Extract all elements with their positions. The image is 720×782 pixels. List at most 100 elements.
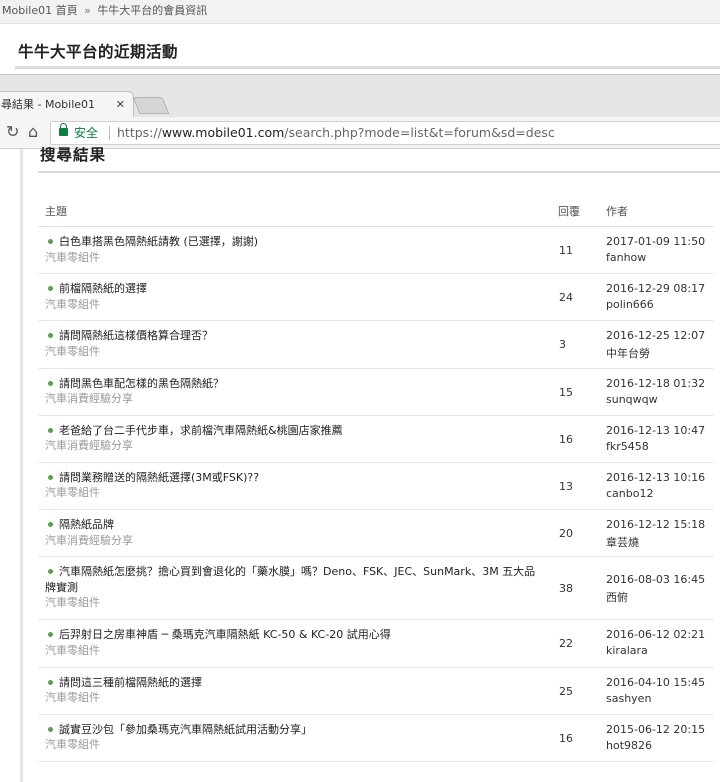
breadcrumb-home-link[interactable]: Mobile01 首頁 bbox=[2, 4, 78, 17]
results-title: 搜尋結果 bbox=[40, 147, 107, 163]
topic-link[interactable]: 隔熱紙品牌 bbox=[59, 518, 114, 531]
forum-link[interactable]: 汽車零組件 bbox=[45, 344, 540, 359]
post-date: 2016-04-10 15:45 bbox=[606, 675, 706, 689]
browser-tab[interactable]: 尋結果 - Mobile01 ✕ bbox=[0, 91, 134, 117]
url-text[interactable]: https://www.mobile01.com/search.php?mode… bbox=[117, 122, 555, 144]
address-divider bbox=[109, 126, 110, 140]
breadcrumb: Mobile01 首頁 » 牛牛大平台的會員資訊 bbox=[0, 0, 720, 24]
breadcrumb-separator: » bbox=[84, 4, 91, 17]
header-topic: 主題 bbox=[45, 205, 67, 218]
table-row: 請問黑色車配怎樣的黑色隔熱紙？ 汽車消費經驗分享 15 2016-12-18 01… bbox=[38, 369, 714, 416]
author-link[interactable]: canbo12 bbox=[606, 487, 653, 500]
bullet-icon bbox=[48, 632, 53, 638]
bullet-icon bbox=[48, 569, 53, 575]
reply-count: 25 bbox=[559, 684, 573, 698]
forum-link[interactable]: 汽車零組件 bbox=[45, 250, 540, 265]
bullet-icon bbox=[48, 286, 53, 292]
topic-link[interactable]: 前檔隔熱紙的選擇 bbox=[59, 282, 147, 295]
post-date: 2016-12-29 08:17 bbox=[606, 282, 706, 296]
reply-count: 24 bbox=[559, 291, 573, 305]
embedded-browser-screenshot: 尋結果 - Mobile01 ✕ ↻ ⌂ 安全 https://www.mobi… bbox=[0, 74, 720, 782]
browser-toolbar: ↻ ⌂ 安全 https://www.mobile01.com/search.p… bbox=[0, 117, 720, 149]
reply-count: 16 bbox=[559, 731, 573, 745]
topic-link[interactable]: 誠實豆沙包「參加桑瑪克汽車隔熱紙試用活動分享」 bbox=[59, 723, 312, 736]
forum-link[interactable]: 汽車零組件 bbox=[45, 595, 540, 610]
page-title: 牛牛大平台的近期活動 bbox=[18, 43, 179, 61]
header-author: 作者 bbox=[606, 205, 628, 218]
forum-link[interactable]: 汽車消費經驗分享 bbox=[45, 438, 540, 453]
topic-link[interactable]: 后羿射日之房車神盾 ─ 桑瑪克汽車隔熱紙 KC-50 & KC-20 試用心得 bbox=[59, 628, 391, 641]
topic-link[interactable]: 白色車搭黑色隔熱紙請教 (已選擇，謝謝) bbox=[59, 235, 258, 248]
post-date: 2015-06-12 20:15 bbox=[606, 722, 706, 736]
bullet-icon bbox=[48, 726, 53, 732]
forum-link[interactable]: 汽車零組件 bbox=[45, 690, 540, 705]
tab-close-icon[interactable]: ✕ bbox=[116, 92, 125, 117]
forum-link[interactable]: 汽車零組件 bbox=[45, 737, 540, 752]
url-path: /search.php?mode=list&t=forum&sd=desc bbox=[284, 125, 555, 140]
bullet-icon bbox=[48, 333, 53, 339]
reply-count: 13 bbox=[559, 479, 573, 493]
reply-count: 38 bbox=[559, 582, 573, 596]
author-link[interactable]: fkr5458 bbox=[606, 440, 649, 453]
post-date: 2016-12-25 12:07 bbox=[606, 329, 706, 343]
bullet-icon bbox=[48, 239, 53, 244]
author-link[interactable]: kiralara bbox=[606, 644, 648, 657]
author-link[interactable]: sashyen bbox=[606, 692, 651, 705]
topic-link[interactable]: 汽車隔熱紙怎麼挑？擔心買到會退化的「藥水膜」嗎？Deno、FSK、JEC、Sun… bbox=[45, 565, 535, 594]
topic-link[interactable]: 請問這三種前檔隔熱紙的選擇 bbox=[59, 676, 202, 689]
table-row: 前檔隔熱紙的選擇汽車零組件 24 2016-12-29 08:17 polin6… bbox=[38, 274, 714, 322]
reply-count: 3 bbox=[559, 338, 566, 352]
address-bar[interactable]: 安全 https://www.mobile01.com/search.php?m… bbox=[50, 121, 720, 145]
lock-icon bbox=[59, 123, 68, 136]
post-date: 2017-01-09 11:50 bbox=[606, 235, 706, 248]
topic-link[interactable]: 老爸給了台二手代步車，求前檔汽車隔熱紙&桃園店家推薦 bbox=[59, 424, 343, 437]
post-date: 2016-06-12 02:21 bbox=[606, 628, 706, 642]
table-row: 請問業務贈送的隔熱紙選擇(3M或FSK)?? 汽車零組件 13 2016-12-1… bbox=[38, 463, 714, 511]
table-row: 汽車隔熱紙怎麼挑？擔心買到會退化的「藥水膜」嗎？Deno、FSK、JEC、Sun… bbox=[38, 557, 714, 621]
new-tab-button[interactable] bbox=[132, 97, 170, 114]
author-link[interactable]: polin666 bbox=[606, 298, 654, 311]
bullet-icon bbox=[48, 427, 53, 433]
bullet-icon bbox=[48, 380, 53, 386]
forum-link[interactable]: 汽車零組件 bbox=[45, 643, 540, 658]
breadcrumb-current[interactable]: 牛牛大平台的會員資訊 bbox=[97, 4, 207, 17]
secure-label: 安全 bbox=[74, 126, 99, 140]
table-row: 白色車搭黑色隔熱紙請教 (已選擇，謝謝) 汽車零組件 11 2017-01-09 … bbox=[38, 227, 714, 275]
home-icon[interactable]: ⌂ bbox=[28, 123, 38, 141]
forum-link[interactable]: 汽車消費經驗分享 bbox=[45, 391, 540, 406]
author-link[interactable]: 章芸燒 bbox=[606, 534, 639, 550]
author-link[interactable]: 中年台勞 bbox=[606, 345, 650, 361]
forum-link[interactable]: 汽車零組件 bbox=[45, 485, 540, 500]
author-link[interactable]: sunqwqw bbox=[606, 393, 658, 406]
table-row: 后羿射日之房車神盾 ─ 桑瑪克汽車隔熱紙 KC-50 & KC-20 試用心得汽… bbox=[38, 620, 714, 668]
reply-count: 20 bbox=[559, 527, 573, 541]
bullet-icon bbox=[48, 679, 53, 685]
table-row: 請問這三種前檔隔熱紙的選擇 汽車零組件 25 2016-04-10 15:45 s… bbox=[38, 668, 714, 715]
post-date: 2016-08-03 16:45 bbox=[606, 573, 706, 587]
reply-count: 22 bbox=[559, 637, 573, 651]
author-link[interactable]: 西俯 bbox=[606, 589, 628, 605]
table-row: 誠實豆沙包「參加桑瑪克汽車隔熱紙試用活動分享」 汽車零組件 16 2015-06-… bbox=[38, 715, 714, 762]
topic-link[interactable]: 請問業務贈送的隔熱紙選擇(3M或FSK)?? bbox=[59, 471, 259, 484]
table-header: 主題 回覆 作者 bbox=[38, 195, 714, 227]
table-row: 請問隔熱紙這樣價格算合理否？ 汽車零組件 3 2016-12-25 12:07 中… bbox=[38, 321, 714, 369]
topic-link[interactable]: 請問隔熱紙這樣價格算合理否？ bbox=[59, 329, 213, 342]
results-table: 主題 回覆 作者 白色車搭黑色隔熱紙請教 (已選擇，謝謝) 汽車零組件 11 20… bbox=[38, 195, 714, 762]
forum-link[interactable]: 汽車消費經驗分享 bbox=[45, 533, 540, 548]
header-replies: 回覆 bbox=[558, 205, 580, 218]
post-date: 2016-12-13 10:47 bbox=[606, 423, 706, 437]
title-divider bbox=[15, 66, 720, 69]
forum-link[interactable]: 汽車零組件 bbox=[45, 297, 540, 312]
post-date: 2016-12-13 10:16 bbox=[606, 470, 706, 484]
author-link[interactable]: fanhow bbox=[606, 251, 646, 264]
topic-link[interactable]: 請問黑色車配怎樣的黑色隔熱紙？ bbox=[59, 377, 224, 390]
url-scheme: https:// bbox=[117, 125, 162, 140]
post-date: 2016-12-18 01:32 bbox=[606, 376, 706, 390]
reply-count: 15 bbox=[559, 385, 573, 399]
reload-icon[interactable]: ↻ bbox=[6, 123, 19, 141]
browser-tab-strip: 尋結果 - Mobile01 ✕ bbox=[0, 75, 720, 117]
table-row: 隔熱紙品牌汽車消費經驗分享 20 2016-12-12 15:18 章芸燒 bbox=[38, 510, 714, 558]
author-link[interactable]: hot9826 bbox=[606, 739, 652, 752]
post-date: 2016-12-12 15:18 bbox=[606, 518, 706, 532]
browser-tab-title: 尋結果 - Mobile01 bbox=[1, 98, 96, 111]
